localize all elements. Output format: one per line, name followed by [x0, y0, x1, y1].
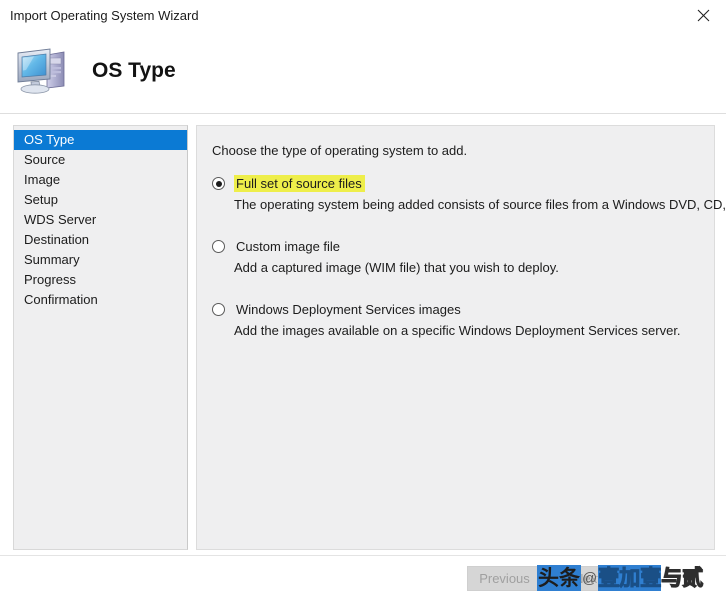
option-description-custom-image-file: Add a captured image (WIM file) that you…: [234, 260, 559, 275]
sidebar-item-destination[interactable]: Destination: [14, 230, 187, 250]
page-title: OS Type: [92, 59, 176, 82]
radio-full-source-files[interactable]: [212, 177, 225, 190]
close-button[interactable]: [680, 0, 726, 31]
wizard-header: OS Type: [0, 31, 726, 113]
sidebar-item-setup[interactable]: Setup: [14, 190, 187, 210]
wizard-steps-list[interactable]: OS Type Source Image Setup WDS Server De…: [13, 125, 188, 550]
option-custom-image-file[interactable]: Custom image file Add a captured image (…: [212, 238, 707, 275]
sidebar-item-confirmation[interactable]: Confirmation: [14, 290, 187, 310]
sidebar-item-os-type[interactable]: OS Type: [14, 130, 187, 150]
footer-divider: [0, 555, 726, 556]
sidebar-item-image[interactable]: Image: [14, 170, 187, 190]
option-wds-images[interactable]: Windows Deployment Services images Add t…: [212, 301, 707, 338]
close-icon: [697, 9, 710, 22]
option-full-source-files[interactable]: Full set of source files The operating s…: [212, 175, 726, 212]
computer-icon: [14, 46, 72, 96]
wizard-body: OS Type Source Image Setup WDS Server De…: [0, 114, 726, 555]
window-title: Import Operating System Wizard: [10, 8, 199, 23]
sidebar-item-source[interactable]: Source: [14, 150, 187, 170]
next-button[interactable]: Next: [550, 566, 625, 591]
option-label-wds-images[interactable]: Windows Deployment Services images: [234, 301, 464, 318]
sidebar-item-wds-server[interactable]: WDS Server: [14, 210, 187, 230]
option-description-full-source-files: The operating system being added consist…: [234, 197, 726, 212]
option-description-wds-images: Add the images available on a specific W…: [234, 323, 681, 338]
radio-custom-image-file[interactable]: [212, 240, 225, 253]
instruction-text: Choose the type of operating system to a…: [212, 143, 468, 158]
sidebar-item-progress[interactable]: Progress: [14, 270, 187, 290]
os-type-radio-group[interactable]: Full set of source files The operating s…: [212, 175, 726, 364]
wizard-footer: Previous Next: [0, 555, 726, 606]
radio-wds-images[interactable]: [212, 303, 225, 316]
option-label-full-source-files[interactable]: Full set of source files: [234, 175, 365, 192]
main-content-panel: Choose the type of operating system to a…: [196, 125, 726, 550]
title-bar: Import Operating System Wizard: [0, 0, 726, 31]
sidebar-item-summary[interactable]: Summary: [14, 250, 187, 270]
previous-button[interactable]: Previous: [467, 566, 542, 591]
option-label-custom-image-file[interactable]: Custom image file: [234, 238, 343, 255]
